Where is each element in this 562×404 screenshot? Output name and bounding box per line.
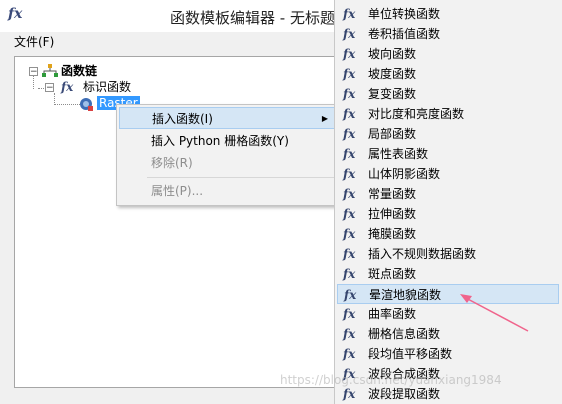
annotation-arrow	[460, 294, 529, 332]
watermark-text: https://blog.csdn.net/yuanxiang1984	[280, 373, 502, 387]
